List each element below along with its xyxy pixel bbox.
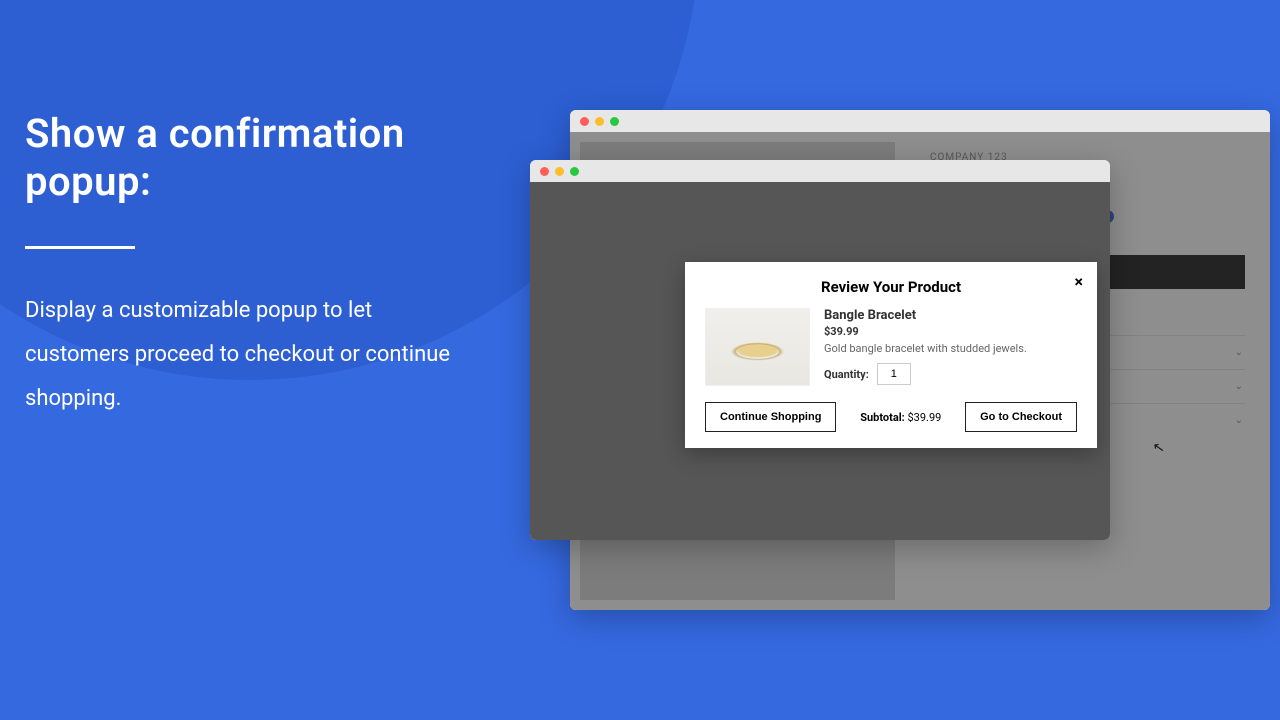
close-dot-icon[interactable]: [580, 117, 589, 126]
popup-product-price: $39.99: [824, 325, 1077, 338]
popup-product-description: Gold bangle bracelet with studded jewels…: [824, 342, 1077, 355]
front-body: × Review Your Product Bangle Bracelet $3…: [530, 182, 1110, 540]
window-chrome-back: [570, 110, 1270, 132]
popup-product-name: Bangle Bracelet: [824, 308, 1077, 323]
popup-title: Review Your Product: [705, 278, 1077, 296]
go-to-checkout-button[interactable]: Go to Checkout: [965, 402, 1077, 432]
minimize-dot-icon[interactable]: [595, 117, 604, 126]
subtotal: Subtotal: $39.99: [860, 411, 941, 424]
close-icon[interactable]: ×: [1075, 272, 1084, 291]
browser-window-front: × Review Your Product Bangle Bracelet $3…: [530, 160, 1110, 540]
minimize-dot-icon[interactable]: [555, 167, 564, 176]
headline: Show a confirmation popup:: [25, 110, 475, 206]
divider: [25, 246, 135, 249]
product-thumbnail: [705, 308, 810, 386]
quantity-row: Quantity:: [824, 363, 1077, 385]
quantity-label: Quantity:: [824, 368, 869, 381]
cursor-icon: ↖: [1152, 439, 1166, 457]
window-chrome-front: [530, 160, 1110, 182]
continue-shopping-button[interactable]: Continue Shopping: [705, 402, 836, 432]
zoom-dot-icon[interactable]: [570, 167, 579, 176]
confirmation-popup: × Review Your Product Bangle Bracelet $3…: [685, 262, 1097, 448]
subtotal-label: Subtotal:: [860, 411, 905, 424]
zoom-dot-icon[interactable]: [610, 117, 619, 126]
close-dot-icon[interactable]: [540, 167, 549, 176]
popup-product-info: Bangle Bracelet $39.99 Gold bangle brace…: [824, 308, 1077, 386]
subtotal-value: $39.99: [908, 411, 942, 424]
subtext: Display a customizable popup to let cust…: [25, 289, 475, 421]
marketing-copy: Show a confirmation popup: Display a cus…: [25, 110, 475, 421]
quantity-input[interactable]: [877, 363, 911, 385]
